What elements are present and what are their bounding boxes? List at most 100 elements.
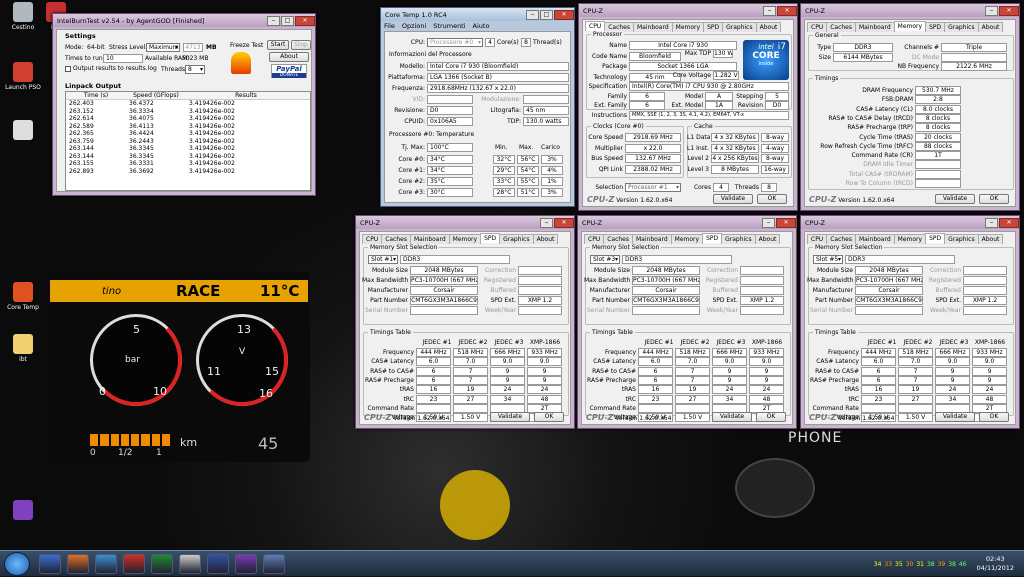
tab[interactable]: Mainboard [855,22,895,32]
tab[interactable]: Graphics [944,234,979,244]
tab[interactable]: SPD [703,22,724,32]
cpuz-cpu-window[interactable]: CPU-Z ‒ ✕ CPU Caches Mainboard Memory SPD Graph… [578,3,798,211]
cpuz-titlebar[interactable]: CPU-Z ‒ ✕ [356,216,574,229]
ok-button[interactable]: OK [534,412,564,422]
slot-select[interactable]: Slot #1 [368,255,398,264]
tray-temp-icon[interactable]: 38 [948,561,956,568]
stop-button[interactable]: Stop [291,40,311,50]
tab[interactable]: Memory [893,21,927,31]
tab[interactable]: Memory [670,234,704,244]
taskbar-app-button[interactable] [151,553,173,574]
minimize-button[interactable]: ‒ [540,217,553,228]
mb-field[interactable]: 4713 [183,43,203,52]
validate-button[interactable]: Validate [490,412,530,422]
tab[interactable]: Graphics [499,234,534,244]
tray-temp-icon[interactable]: 38 [927,561,935,568]
desktop-icon[interactable]: Cestino [5,2,41,31]
tab[interactable]: Graphics [944,22,979,32]
desktop-icon[interactable] [5,500,41,522]
validate-button[interactable]: Validate [935,412,975,422]
clock[interactable]: 02:43 04/11/2012 [977,555,1014,573]
tray-temp-icon[interactable]: 39 [938,561,946,568]
menu-help[interactable]: Aiuto [473,22,490,30]
tab[interactable]: Caches [826,22,856,32]
desktop-icon[interactable]: ibt [5,334,41,363]
validate-button[interactable]: Validate [935,194,975,204]
ok-button[interactable]: OK [756,412,786,422]
start-button[interactable] [4,551,30,576]
tab[interactable]: CPU [362,234,383,244]
menu-options[interactable]: Opzioni [402,22,426,30]
close-button[interactable]: ✕ [776,217,796,228]
minimize-button[interactable]: ‒ [763,5,776,16]
cpuz-spd-window[interactable]: CPU-Z ‒ ✕ CPU Caches Mainboard Memory SPD Graphi… [355,215,575,429]
cpuz-titlebar[interactable]: CPU-Z ‒ ✕ [579,4,797,17]
menu-file[interactable]: File [384,22,395,30]
output-checkbox[interactable] [65,66,71,72]
tab[interactable]: CPU [807,22,828,32]
slot-select[interactable]: Slot #5 [813,255,843,264]
taskbar-app-button[interactable] [179,553,201,574]
threads-select[interactable]: 8 [185,65,205,74]
cpu-select[interactable]: Processore #0 [427,38,483,47]
linpack-output-list[interactable]: Time (s) Speed (GFlops) Results 262.403 3… [65,91,311,191]
slot-select[interactable]: Slot #3 [590,255,620,264]
maximize-button[interactable]: □ [540,9,553,20]
times-input[interactable]: 10 [103,54,143,63]
taskbar-app-button[interactable] [263,553,285,574]
minimize-button[interactable]: ‒ [985,5,998,16]
close-button[interactable]: ✕ [554,217,574,228]
tab[interactable]: CPU [807,234,828,244]
processor-select[interactable]: Processor #1 [625,183,681,192]
start-button[interactable]: Start [267,40,289,50]
tab[interactable]: SPD [925,233,946,243]
cpuz-spd-window[interactable]: CPU-Z ‒ ✕ CPU Caches Mainboard Memory SPD Graphi… [800,215,1020,429]
coretemp-titlebar[interactable]: Core Temp 1.0 RC4 ‒ □ ✕ [381,8,574,21]
ok-button[interactable]: OK [979,194,1009,204]
desktop-icon[interactable]: Launch PSO [5,62,41,91]
coretemp-window[interactable]: Core Temp 1.0 RC4 ‒ □ ✕ File Opzioni Strume… [380,7,575,207]
validate-button[interactable]: Validate [712,412,752,422]
close-button[interactable]: ✕ [777,5,797,16]
close-button[interactable]: ✕ [295,15,315,26]
taskbar-app-button[interactable] [207,553,229,574]
minimize-button[interactable]: ‒ [985,217,998,228]
tab[interactable]: About [532,234,559,244]
cpuz-titlebar[interactable]: CPU-Z ‒ ✕ [801,4,1019,17]
tab[interactable]: Memory [893,234,927,244]
intelburntest-window[interactable]: IntelBurnTest v2.54 - by AgentGOD [Finis… [52,13,316,196]
tab[interactable]: About [754,234,781,244]
tab[interactable]: Memory [671,22,705,32]
tab[interactable]: Caches [381,234,411,244]
tray-temp-icon[interactable]: 31 [916,561,924,568]
tab[interactable]: CPU [584,234,605,244]
cpuz-spd-window[interactable]: CPU-Z ‒ ✕ CPU Caches Mainboard Memory SPD Graphi… [577,215,797,429]
tab[interactable]: Caches [826,234,856,244]
cpuz-titlebar[interactable]: CPU-Z ‒ ✕ [801,216,1019,229]
tab[interactable]: About [977,22,1004,32]
close-button[interactable]: ✕ [999,5,1019,16]
ok-button[interactable]: OK [979,412,1009,422]
stress-select[interactable]: Maximum [146,43,180,52]
maximize-button[interactable]: □ [281,15,294,26]
paypal-donate-button[interactable]: PayPal DONATE [271,64,307,78]
tab[interactable]: SPD [480,233,501,243]
tab[interactable]: Mainboard [410,234,450,244]
tab[interactable]: Caches [603,234,633,244]
cpuz-titlebar[interactable]: CPU-Z ‒ ✕ [578,216,796,229]
tab[interactable]: SPD [702,233,723,243]
tab[interactable]: Graphics [722,22,757,32]
taskbar-app-button[interactable] [67,553,89,574]
tray-temp-icon[interactable]: 34 [874,561,882,568]
tab[interactable]: Graphics [721,234,756,244]
menu-tools[interactable]: Strumenti [433,22,465,30]
taskbar-app-button[interactable] [95,553,117,574]
tab[interactable]: Memory [448,234,482,244]
about-button[interactable]: About [269,52,309,62]
cpuz-memory-window[interactable]: CPU-Z ‒ ✕ CPU Caches Mainboard Memory SPD Graph… [800,3,1020,211]
tab[interactable]: About [977,234,1004,244]
taskbar-app-button[interactable] [39,553,61,574]
taskbar-app-button[interactable] [123,553,145,574]
close-button[interactable]: ✕ [999,217,1019,228]
close-button[interactable]: ✕ [554,9,574,20]
